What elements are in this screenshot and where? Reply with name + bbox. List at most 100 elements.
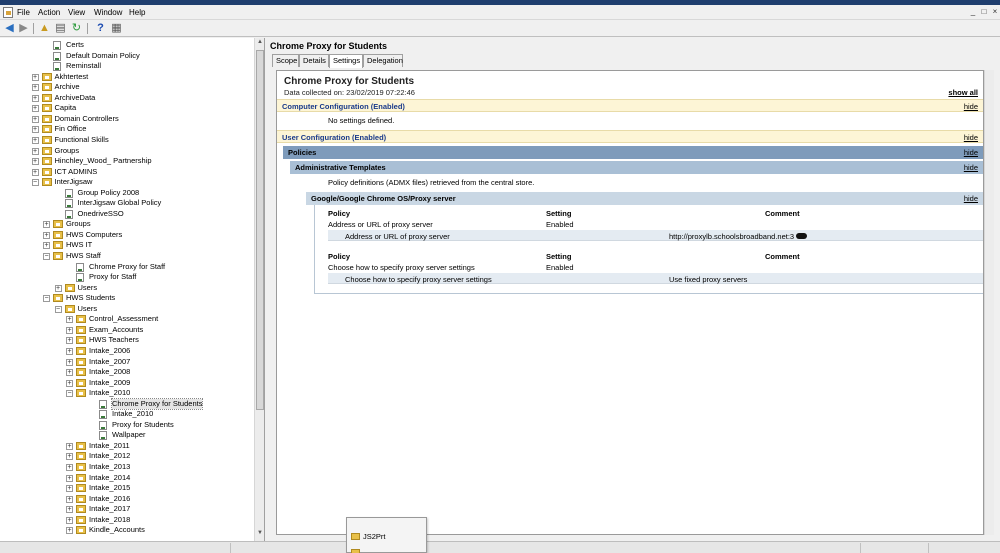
tree-item-ou[interactable]: + HWS IT — [0, 240, 255, 251]
tree-item-ou[interactable]: + Domain Controllers — [0, 114, 255, 125]
menu-window[interactable]: Window — [94, 8, 122, 17]
expand-icon[interactable]: + — [66, 326, 73, 334]
tree-item-ou[interactable]: + Groups — [0, 146, 255, 157]
menu-view[interactable]: View — [68, 8, 85, 17]
tab-delegation[interactable]: Delegation — [363, 54, 403, 67]
console-tree[interactable]: Certs Default Domain Policy Reminstall + Akh… — [0, 38, 265, 541]
tree-item-ou[interactable]: + Akhtertest — [0, 72, 255, 83]
back-arrow-icon[interactable]: ◀ — [3, 22, 16, 35]
hide-link[interactable]: hide — [964, 192, 978, 205]
expand-icon[interactable]: + — [31, 105, 39, 113]
hide-link[interactable]: hide — [964, 146, 978, 159]
tree-item-ou[interactable]: − HWS Staff — [0, 251, 255, 262]
google-proxy-header[interactable]: Google/Google Chrome OS/Proxy server hid… — [306, 192, 983, 205]
admin-templates-header[interactable]: Administrative Templates hide — [290, 161, 983, 174]
hide-link[interactable]: hide — [964, 100, 978, 113]
expand-icon[interactable]: + — [66, 316, 73, 324]
expand-icon[interactable]: + — [66, 464, 73, 471]
tree-item-gpo[interactable]: Proxy for Staff — [0, 272, 255, 283]
collapse-icon[interactable]: − — [43, 253, 50, 260]
tree-item-ou[interactable]: − HWS Students — [0, 293, 255, 304]
policies-header[interactable]: Policies hide — [283, 146, 983, 159]
menu-file[interactable]: File — [17, 8, 30, 17]
tree-item-ou[interactable]: + Intake_2016 — [0, 494, 255, 505]
tree-item-ou[interactable]: + Intake_2012 — [0, 451, 255, 462]
collapse-icon[interactable]: − — [66, 390, 73, 398]
tree-item-ou[interactable]: + Fin Office — [0, 124, 255, 135]
expand-icon[interactable]: + — [31, 168, 39, 176]
expand-icon[interactable]: + — [66, 369, 73, 377]
refresh-icon[interactable]: ↻ — [70, 22, 83, 35]
tree-item-gpo[interactable]: Group Policy 2008 — [0, 188, 255, 199]
tree-item-gpo[interactable]: Chrome Proxy for Staff — [0, 262, 255, 273]
tree-item-ou[interactable]: + Control_Assessment — [0, 314, 255, 325]
expand-icon[interactable]: + — [43, 221, 50, 229]
expand-icon[interactable]: + — [66, 495, 73, 503]
expand-icon[interactable]: + — [31, 126, 39, 134]
tree-item-gpo[interactable]: Wallpaper — [0, 430, 255, 441]
tree-item-gpo[interactable]: Default Domain Policy — [0, 51, 255, 62]
expand-icon[interactable]: + — [66, 506, 73, 514]
tree-item-gpo[interactable]: Chrome Proxy for Students — [0, 397, 255, 411]
expand-icon[interactable]: + — [66, 527, 73, 535]
tab-scope[interactable]: Scope — [272, 54, 299, 67]
up-folder-icon[interactable]: ▲ — [38, 22, 51, 35]
tree-item-ou[interactable]: + Intake_2011 — [0, 441, 255, 452]
tree-scroll-thumb[interactable] — [256, 50, 264, 410]
tree-item-ou[interactable]: + Intake_2017 — [0, 504, 255, 515]
popup-item[interactable]: JS2Prt — [363, 531, 386, 542]
tree-item-ou[interactable]: + ICT ADMINS — [0, 167, 255, 178]
tree-item-ou[interactable]: + Intake_2006 — [0, 346, 255, 357]
expand-icon[interactable]: + — [31, 84, 39, 92]
tree-item-ou[interactable]: + Intake_2014 — [0, 473, 255, 484]
tree-item-gpo[interactable]: Certs — [0, 40, 255, 51]
expand-icon[interactable]: + — [66, 474, 73, 482]
collapse-icon[interactable]: − — [43, 295, 50, 303]
expand-icon[interactable]: + — [43, 231, 50, 239]
expand-icon[interactable]: + — [54, 284, 62, 292]
tree-item-ou[interactable]: + Hinchley_Wood_ Partnership — [0, 156, 255, 167]
tree-item-ou[interactable]: + Intake_2009 — [0, 378, 255, 389]
show-hide-tree-icon[interactable]: ▤ — [54, 22, 67, 35]
expand-icon[interactable]: + — [66, 347, 73, 355]
scroll-down-icon[interactable]: ▼ — [256, 530, 264, 539]
collapse-icon[interactable]: − — [54, 305, 62, 313]
expand-icon[interactable]: + — [66, 358, 73, 366]
menu-action[interactable]: Action — [38, 8, 60, 17]
expand-icon[interactable]: + — [31, 158, 39, 166]
close-icon[interactable]: × — [991, 8, 999, 16]
tree-item-ou[interactable]: + HWS Computers — [0, 230, 255, 241]
tree-item-ou[interactable]: + Capita — [0, 103, 255, 114]
help-icon[interactable]: ? — [94, 22, 107, 35]
tree-item-gpo[interactable]: Proxy for Students — [0, 420, 255, 431]
tree-item-ou[interactable]: + ArchiveData — [0, 93, 255, 104]
hide-link[interactable]: hide — [964, 161, 978, 174]
show-all-link[interactable]: show all — [948, 88, 978, 97]
expand-icon[interactable]: + — [66, 516, 73, 524]
tree-item-ou[interactable]: − Users — [0, 304, 255, 315]
user-config-header[interactable]: User Configuration (Enabled) hide — [277, 130, 983, 143]
tree-item-gpo[interactable]: Reminstall — [0, 61, 255, 72]
expand-icon[interactable]: + — [66, 442, 73, 450]
menu-help[interactable]: Help — [129, 8, 145, 17]
expand-icon[interactable]: + — [31, 136, 39, 144]
expand-icon[interactable]: + — [66, 485, 73, 493]
tree-scrollbar[interactable]: ▲ ▼ — [254, 38, 264, 541]
expand-icon[interactable]: + — [31, 94, 39, 102]
minimize-icon[interactable]: _ — [969, 8, 977, 16]
collapse-icon[interactable]: − — [31, 179, 39, 187]
tree-item-gpo[interactable]: Intake_2010 — [0, 409, 255, 420]
computer-config-header[interactable]: Computer Configuration (Enabled) hide — [277, 99, 983, 112]
forward-arrow-icon[interactable]: ▶ — [17, 22, 30, 35]
properties-icon[interactable]: ▦ — [110, 22, 123, 35]
report-scrollbar[interactable] — [984, 70, 994, 535]
expand-icon[interactable]: + — [31, 147, 39, 155]
expand-icon[interactable]: + — [43, 242, 50, 250]
tree-item-ou[interactable]: − InterJigsaw — [0, 177, 255, 188]
expand-icon[interactable]: + — [31, 73, 39, 81]
tree-item-ou[interactable]: + Archive — [0, 82, 255, 93]
tree-item-ou[interactable]: + HWS Teachers — [0, 335, 255, 346]
tree-item-ou[interactable]: + Intake_2015 — [0, 483, 255, 494]
tree-item-ou[interactable]: + Intake_2008 — [0, 367, 255, 378]
scroll-up-icon[interactable]: ▲ — [256, 39, 264, 48]
